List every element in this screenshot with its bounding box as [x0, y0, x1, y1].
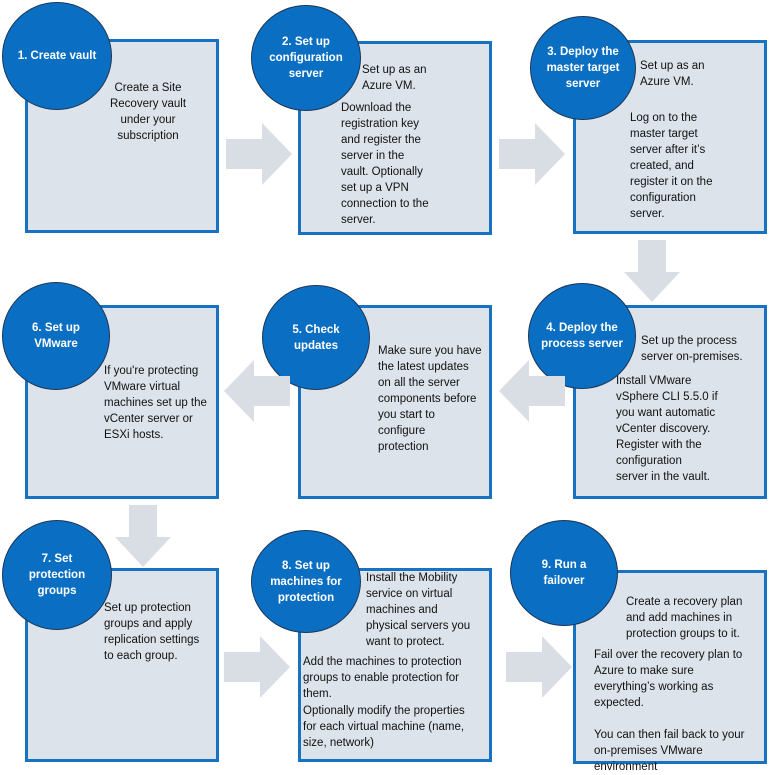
step-8-title-circle: 8. Set up machines for protection	[251, 530, 361, 633]
step-2-title-circle: 2. Set up configuration server	[251, 5, 361, 111]
arrow-left-icon	[224, 360, 290, 422]
step-8-description: Install the Mobility service on virtual …	[366, 572, 471, 648]
step-9-description: You can then fail back to your on-premis…	[594, 729, 745, 773]
arrow-right-icon	[499, 123, 565, 185]
arrow-left-icon	[499, 360, 565, 422]
step-9-description: Fail over the recovery plan to Azure to …	[594, 649, 743, 709]
arrow-right-icon	[226, 123, 292, 185]
step-2-description: Set up as an Azure VM.	[362, 64, 427, 92]
step-9-description: Create a recovery plan and add machines …	[626, 596, 743, 640]
step-1-description: Create a Site Recovery vault under your …	[109, 82, 187, 142]
step-3-title-circle: 3. Deploy the master target server	[530, 16, 636, 120]
step-4-description: Set up the process server on-premises.	[641, 335, 743, 363]
step-3-description: Log on to the master target server after…	[630, 112, 713, 220]
step-4-description: Install VMware vSphere CLI 5.5.0 if you …	[616, 375, 718, 483]
step-2-description: Download the registration key and regist…	[341, 102, 429, 226]
arrow-right-icon	[224, 636, 290, 698]
step-6-title-circle: 6. Set up VMware	[2, 282, 110, 390]
arrow-down-icon	[115, 505, 171, 567]
step-7-description: Set up protection groups and apply repli…	[104, 602, 200, 662]
arrow-down-icon	[624, 240, 680, 302]
step-9-title-circle: 9. Run a failover	[510, 520, 618, 626]
step-3-description: Set up as an Azure VM.	[640, 60, 705, 88]
step-8-description: Optionally modify the properties for eac…	[303, 705, 465, 749]
step-5-description: Make sure you have the latest updates on…	[378, 345, 482, 453]
step-8-description: Add the machines to protection groups to…	[303, 656, 462, 700]
step-1-title-circle: 1. Create vault	[2, 2, 112, 110]
step-6-description: If you're protecting VMware virtual mach…	[104, 365, 207, 441]
step-7-title-circle: 7. Set protection groups	[2, 520, 112, 630]
arrow-right-icon	[506, 636, 572, 698]
